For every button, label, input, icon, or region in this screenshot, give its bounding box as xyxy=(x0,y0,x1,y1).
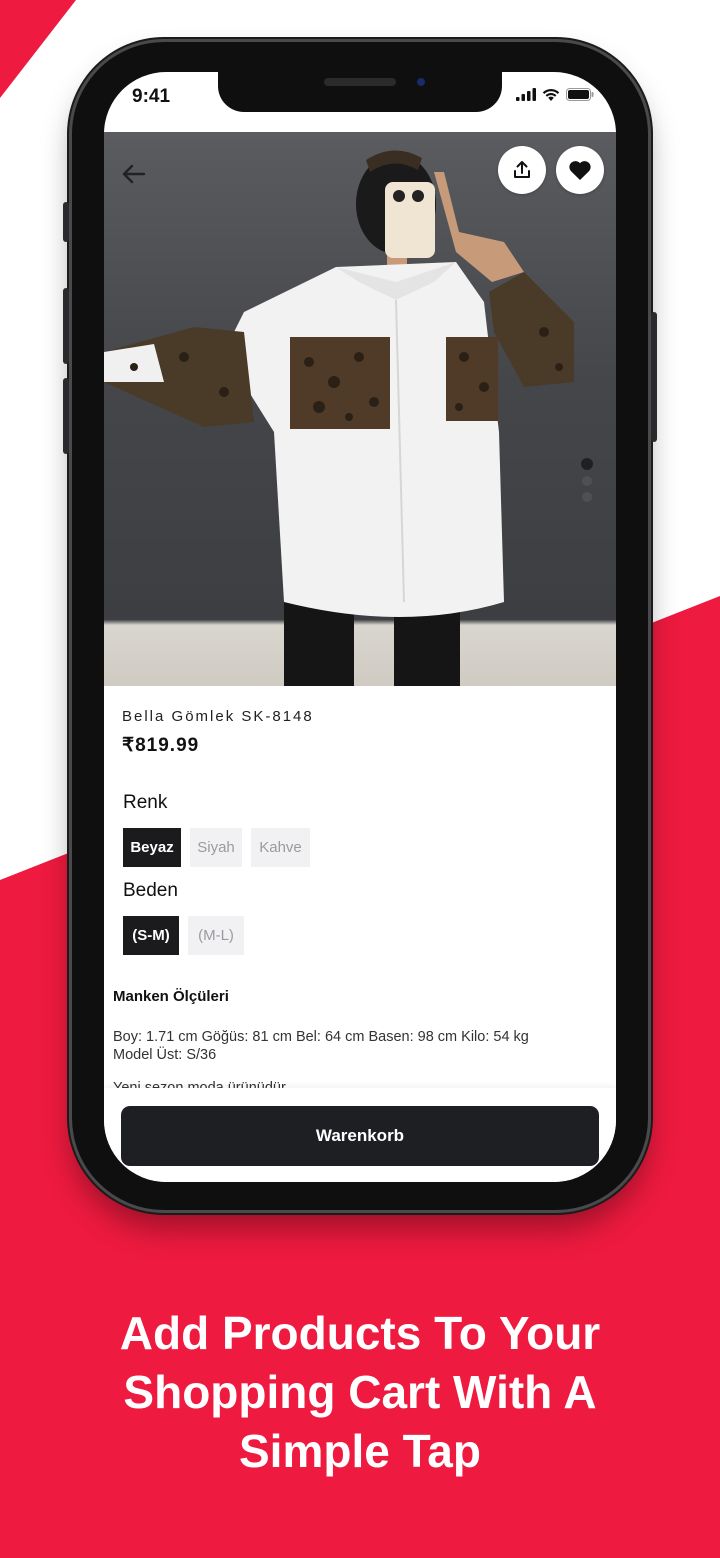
promo-line-3: Simple Tap xyxy=(239,1425,481,1477)
pager-dot[interactable] xyxy=(581,458,593,470)
phone-volume-down xyxy=(63,378,69,454)
model-measurements-title: Manken Ölçüleri xyxy=(113,988,229,1005)
status-time: 9:41 xyxy=(132,86,171,107)
promo-headline: Add Products To Your Shopping Cart With … xyxy=(0,1304,720,1481)
status-icons xyxy=(516,88,594,101)
cart-bar: Warenkorb xyxy=(104,1088,616,1182)
product-photo-illustration xyxy=(104,150,574,686)
product-details: Bella Gömlek SK-8148 ₹819.99 Renk Beyaz … xyxy=(104,686,616,1156)
color-label: Renk xyxy=(123,792,168,813)
signal-icon xyxy=(516,88,536,101)
promo-line-1: Add Products To Your xyxy=(119,1307,601,1359)
model-size: Model Üst: S/36 xyxy=(113,1047,217,1063)
status-bar: 9:41 xyxy=(104,72,616,132)
size-option-s-m[interactable]: (S-M) xyxy=(123,916,179,955)
add-to-cart-button[interactable]: Warenkorb xyxy=(121,1106,599,1166)
size-options: (S-M) (M-L) xyxy=(123,916,244,955)
phone-side-button xyxy=(651,312,657,442)
share-icon xyxy=(514,161,530,178)
favorite-button[interactable] xyxy=(556,146,604,194)
product-price: ₹819.99 xyxy=(122,735,200,756)
phone-mute-switch xyxy=(63,202,69,242)
pager-dot[interactable] xyxy=(582,492,592,502)
product-name: Bella Gömlek SK-8148 xyxy=(122,708,314,725)
color-option-siyah[interactable]: Siyah xyxy=(190,828,242,867)
color-options: Beyaz Siyah Kahve xyxy=(123,828,310,867)
promo-line-2: Shopping Cart With A xyxy=(123,1366,597,1418)
app-screen: 9:41 Bella Gömlek SK-8148 ₹819.99 Renk B… xyxy=(104,72,616,1182)
battery-icon xyxy=(566,88,594,101)
heart-icon xyxy=(569,161,591,180)
size-option-m-l[interactable]: (M-L) xyxy=(188,916,244,955)
front-camera xyxy=(417,78,425,86)
back-button[interactable] xyxy=(118,158,150,190)
image-pager[interactable] xyxy=(581,458,593,502)
phone-frame: 9:41 Bella Gömlek SK-8148 ₹819.99 Renk B… xyxy=(63,42,657,1210)
notch xyxy=(218,72,502,112)
notch-speaker xyxy=(324,78,396,86)
pager-dot[interactable] xyxy=(582,476,592,486)
color-option-beyaz[interactable]: Beyaz xyxy=(123,828,181,867)
product-image[interactable] xyxy=(104,132,616,686)
color-option-kahve[interactable]: Kahve xyxy=(251,828,310,867)
share-button[interactable] xyxy=(498,146,546,194)
size-label: Beden xyxy=(123,880,178,901)
wifi-icon xyxy=(542,89,560,101)
phone-volume-up xyxy=(63,288,69,364)
model-measurements: Boy: 1.71 cm Göğüs: 81 cm Bel: 64 cm Bas… xyxy=(113,1029,529,1045)
